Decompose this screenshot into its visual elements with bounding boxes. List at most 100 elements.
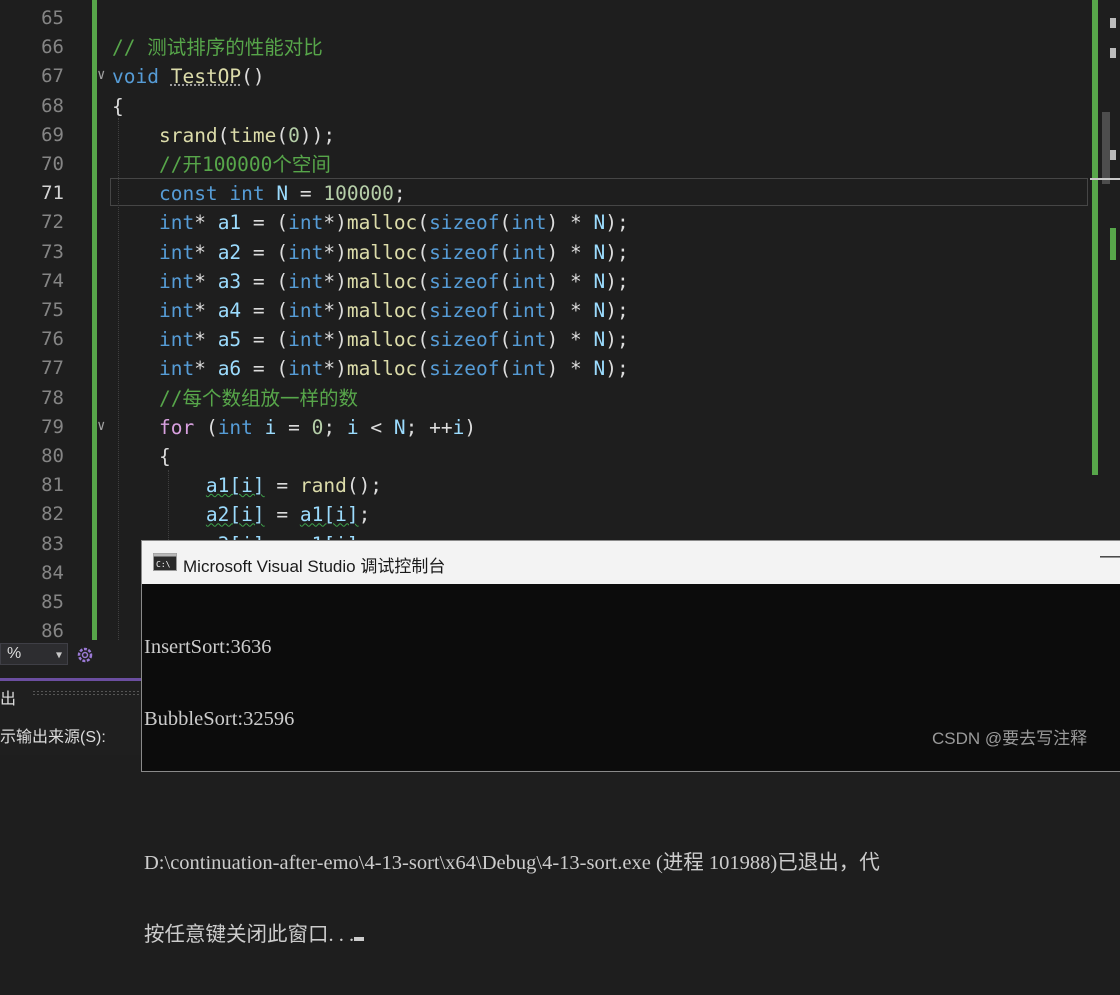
code-line[interactable]: srand(time(0));	[112, 121, 335, 150]
line-number: 67	[41, 65, 64, 88]
code-line[interactable]: {	[112, 442, 171, 471]
code-token: =	[276, 415, 312, 439]
panel-drag-handle[interactable]	[32, 690, 142, 696]
code-token: ) *	[546, 240, 594, 264]
code-token: );	[605, 269, 629, 293]
code-token: );	[605, 299, 629, 322]
code-token: sizeof	[429, 269, 500, 293]
code-token: );	[605, 211, 629, 235]
code-token: sizeof	[429, 357, 500, 381]
code-token: = (	[241, 240, 289, 264]
code-token: int	[229, 182, 265, 206]
code-token: *	[194, 269, 218, 293]
line-number: 86	[41, 620, 64, 640]
code-line[interactable]: int* a2 = (int*)malloc(sizeof(int) * N);	[112, 238, 629, 267]
code-line[interactable]: // 测试排序的性能对比	[112, 33, 323, 62]
code-token: (	[417, 269, 430, 293]
line-number: 66	[41, 36, 64, 59]
code-token: 0	[288, 123, 300, 147]
zoom-value: %	[7, 645, 22, 662]
code-token: *)	[323, 269, 347, 293]
code-line[interactable]: a2[i] = a1[i];	[112, 500, 370, 529]
code-token: 100000	[323, 182, 394, 206]
code-token: (	[194, 415, 218, 439]
code-token: int	[158, 357, 195, 381]
scrollbar-change-marker	[1092, 0, 1098, 475]
line-number: 73	[41, 240, 64, 263]
code-token: (	[217, 123, 230, 147]
console-titlebar[interactable]: C:\ Microsoft Visual Studio 调试控制台 —	[142, 541, 1120, 584]
code-token: a5	[217, 328, 242, 352]
code-token: int	[288, 269, 324, 293]
code-token: a1[i]	[299, 503, 359, 527]
line-number: 85	[41, 591, 64, 613]
code-token: (	[499, 211, 512, 235]
code-line[interactable]: a1[i] = rand();	[112, 471, 382, 500]
code-token: N	[393, 415, 406, 439]
code-token: = (	[241, 211, 289, 235]
code-token: N	[276, 182, 289, 206]
scrollbar-marker	[1110, 150, 1116, 160]
code-line[interactable]: void TestOP()	[112, 62, 265, 91]
line-number: 82	[41, 503, 64, 526]
scrollbar-thumb[interactable]	[1102, 112, 1110, 184]
chevron-down-icon[interactable]: ▼	[56, 650, 62, 661]
console-title: Microsoft Visual Studio 调试控制台	[183, 557, 446, 576]
fold-chevron-icon[interactable]: ∨	[97, 412, 105, 441]
code-line[interactable]: int* a4 = (int*)malloc(sizeof(int) * N);	[112, 296, 629, 325]
line-number: 78	[41, 386, 64, 409]
text-cursor	[354, 937, 365, 941]
line-number: 80	[41, 445, 64, 467]
code-token: N	[593, 357, 606, 381]
code-line[interactable]: int* a3 = (int*)malloc(sizeof(int) * N);	[112, 267, 629, 296]
code-token: int	[511, 240, 547, 264]
code-token: (	[499, 357, 512, 381]
code-token: = (	[241, 357, 289, 381]
code-token: =	[264, 503, 300, 527]
code-token: //每个数组放一样的数	[158, 386, 358, 410]
code-line[interactable]: {	[112, 92, 124, 121]
code-line[interactable]: //每个数组放一样的数	[112, 384, 358, 413]
code-token: malloc	[346, 211, 418, 235]
code-token: ()	[241, 65, 265, 89]
line-number: 70	[41, 153, 64, 175]
code-token: ;	[323, 415, 347, 439]
code-line[interactable]: //开100000个空间	[112, 150, 331, 179]
code-token: *)	[323, 357, 347, 381]
code-token: TestOP	[170, 65, 242, 89]
console-line: InsertSort:3636	[144, 636, 272, 658]
code-token: // 测试排序的性能对比	[112, 36, 323, 60]
change-tracking-bar	[92, 0, 97, 640]
code-line[interactable]: int* a5 = (int*)malloc(sizeof(int) * N);	[112, 325, 629, 354]
line-number: 77	[41, 357, 64, 380]
code-line[interactable]: int* a6 = (int*)malloc(sizeof(int) * N);	[112, 354, 629, 383]
code-token: int	[158, 211, 195, 235]
code-token: N	[593, 269, 606, 293]
diagnostics-gear-icon[interactable]	[75, 645, 95, 665]
output-panel-title: 输出	[0, 691, 17, 708]
code-line[interactable]: int* a1 = (int*)malloc(sizeof(int) * N);	[112, 208, 629, 237]
fold-chevron-icon[interactable]: ∨	[97, 61, 105, 90]
code-token: malloc	[346, 357, 418, 381]
svg-text:C:\: C:\	[156, 560, 171, 569]
line-number: 76	[41, 328, 64, 351]
code-line[interactable]: const int N = 100000;	[112, 179, 406, 208]
code-token: ));	[299, 123, 336, 147]
code-token: ;	[358, 503, 371, 527]
code-token: void	[112, 65, 159, 89]
code-line[interactable]: for (int i = 0; i < N; ++i)	[112, 413, 476, 442]
code-token: N	[593, 211, 606, 235]
code-token: N	[593, 328, 606, 352]
code-token: malloc	[346, 269, 418, 293]
console-app-icon: C:\	[153, 553, 177, 571]
minimize-button[interactable]: —	[1100, 545, 1120, 568]
scrollbar-marker	[1110, 48, 1116, 58]
